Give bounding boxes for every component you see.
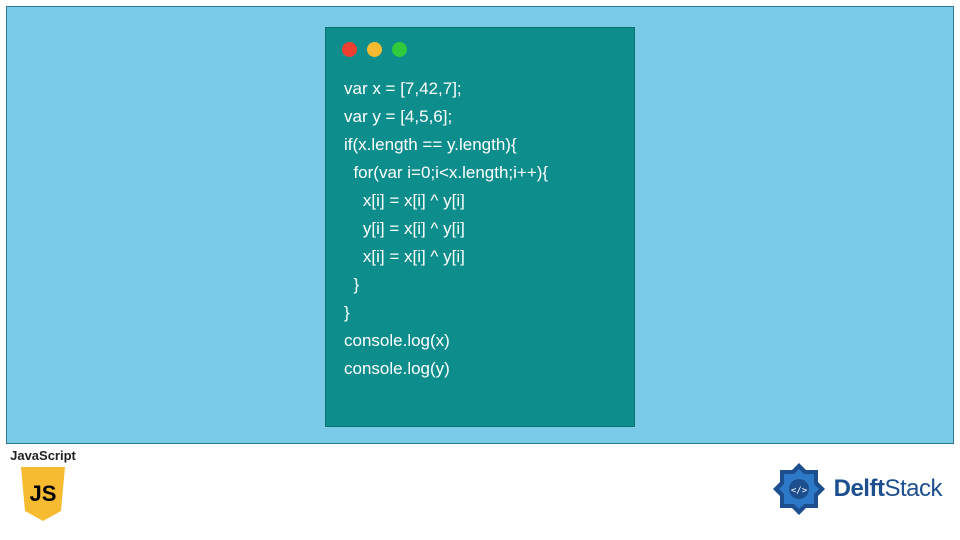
minimize-icon (367, 42, 382, 57)
close-icon (342, 42, 357, 57)
maximize-icon (392, 42, 407, 57)
svg-text:</>: </> (790, 486, 807, 496)
delftstack-logo-icon: </> (770, 460, 828, 518)
banner: var x = [7,42,7]; var y = [4,5,6]; if(x.… (6, 6, 954, 444)
delftstack-wordmark: DelftStack (834, 475, 942, 503)
javascript-label: JavaScript (8, 448, 78, 463)
delftstack-brand: </> DelftStack (770, 460, 942, 518)
brand-rest: Stack (884, 475, 942, 502)
brand-bold: Delft (834, 475, 885, 502)
traffic-lights (326, 28, 634, 65)
code-block: var x = [7,42,7]; var y = [4,5,6]; if(x.… (326, 65, 634, 402)
code-window: var x = [7,42,7]; var y = [4,5,6]; if(x.… (325, 27, 635, 427)
javascript-badge: JavaScript JS (8, 448, 78, 523)
svg-text:JS: JS (30, 481, 57, 506)
javascript-shield-icon: JS (19, 465, 67, 523)
